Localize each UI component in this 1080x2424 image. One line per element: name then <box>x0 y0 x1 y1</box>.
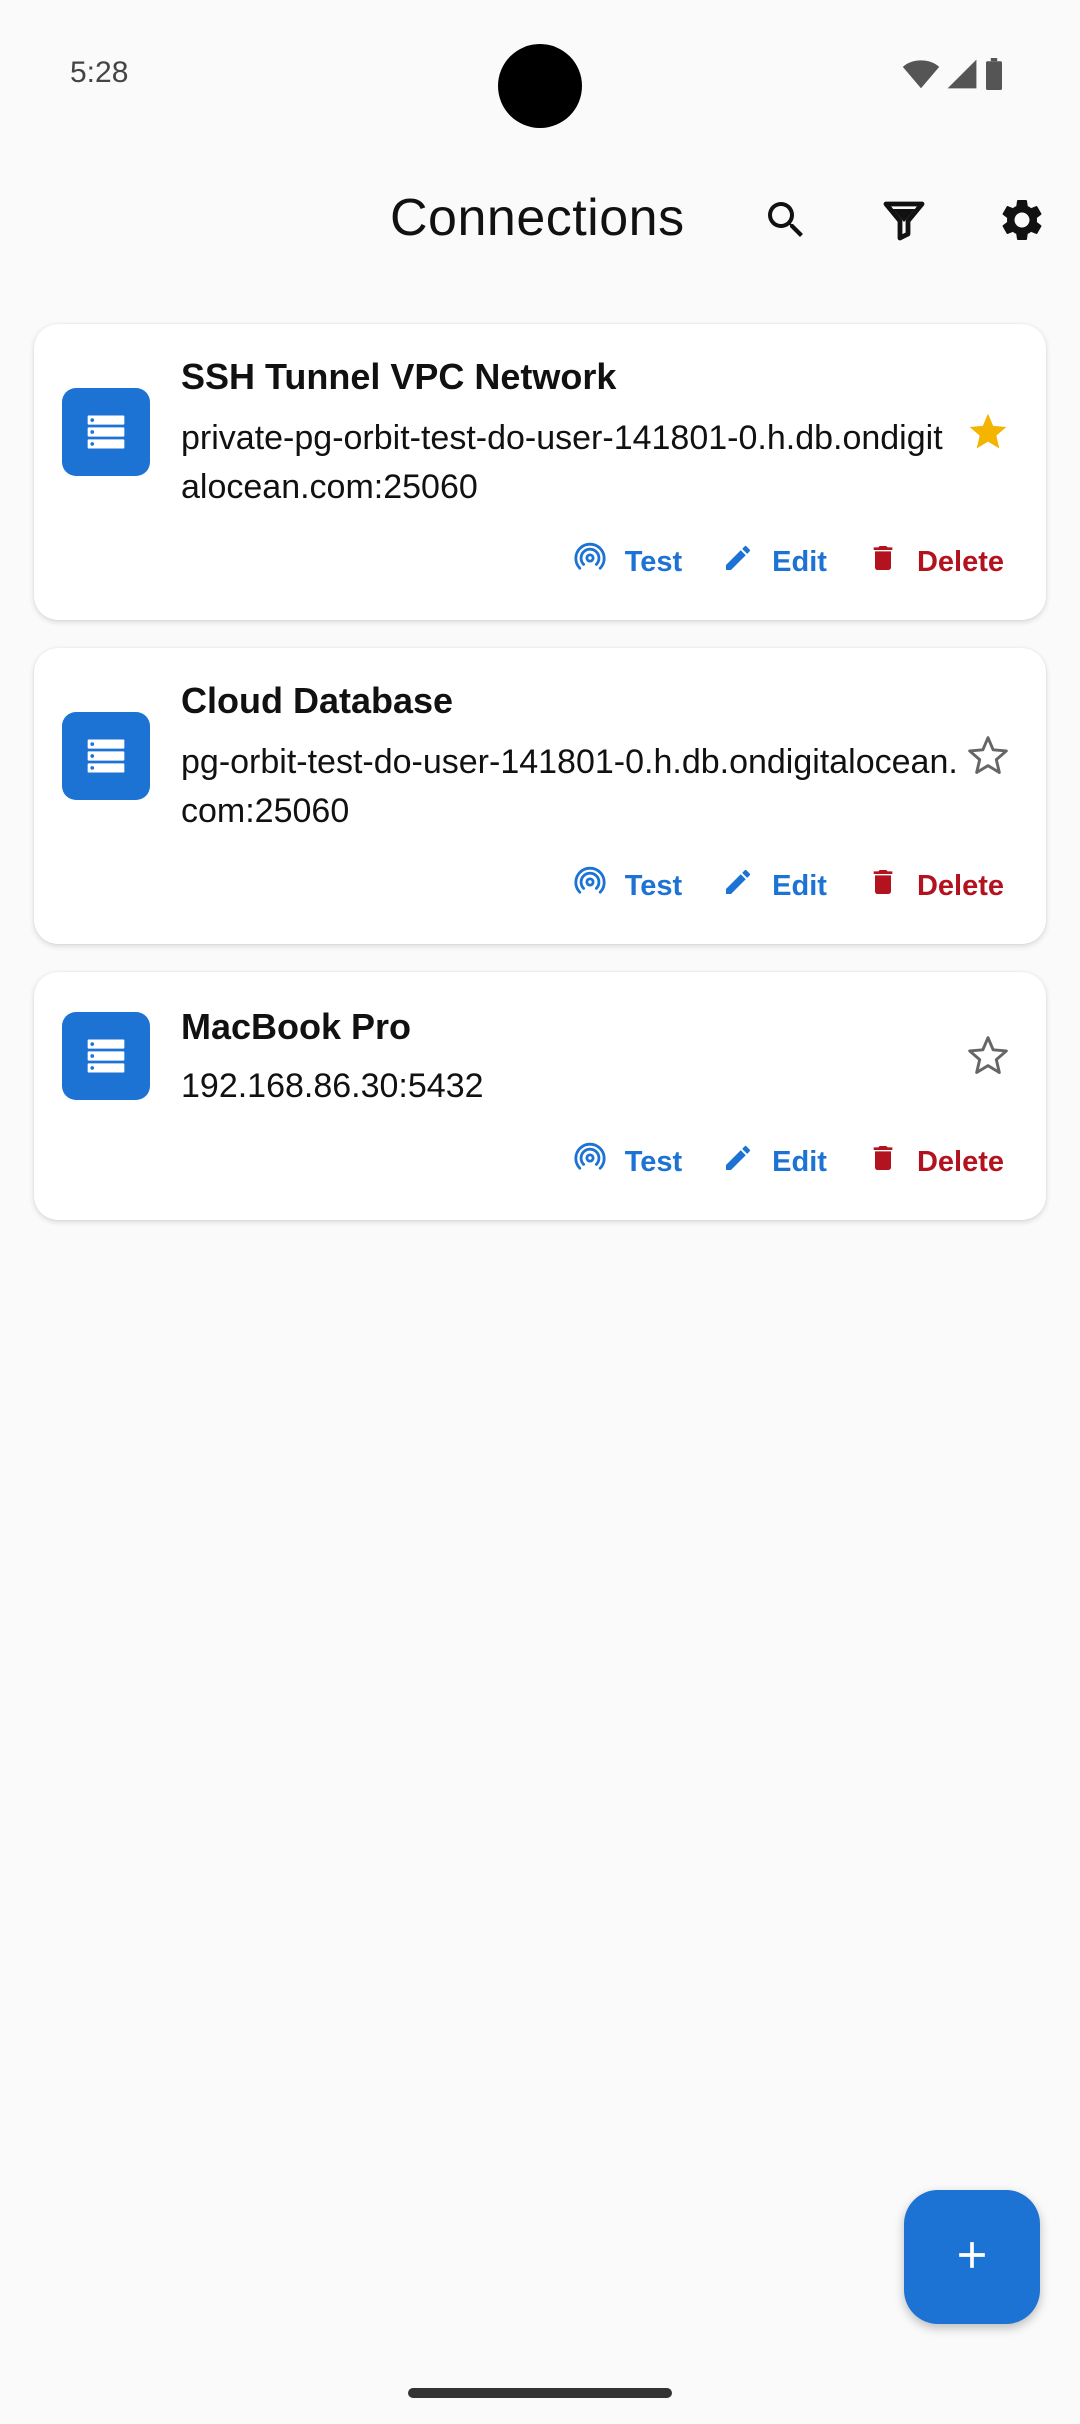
database-icon <box>62 388 150 476</box>
delete-label: Delete <box>916 545 1004 578</box>
edit-button[interactable]: Edit <box>722 856 827 916</box>
edit-label: Edit <box>772 545 827 578</box>
status-icons <box>902 58 1004 90</box>
favorite-star-outline-icon[interactable] <box>964 1032 1012 1080</box>
search-button[interactable] <box>754 190 818 254</box>
test-label: Test <box>624 545 683 578</box>
add-connection-button[interactable] <box>904 2190 1040 2324</box>
status-bar: 5:28 <box>0 0 1080 150</box>
pencil-icon <box>722 866 754 906</box>
test-label: Test <box>624 1145 683 1178</box>
card-actions: Test Edit Delete <box>573 856 1004 916</box>
delete-label: Delete <box>916 869 1004 902</box>
search-icon <box>762 196 810 249</box>
wifi-icon <box>902 58 940 90</box>
screen: 5:28 Connections SSH Tunnel VPC Network … <box>0 0 1080 2424</box>
pencil-icon <box>722 1142 754 1182</box>
plus-icon <box>950 2233 994 2282</box>
connection-host: pg-orbit-test-do-user-141801-0.h.db.ondi… <box>181 743 958 830</box>
delete-button[interactable]: Delete <box>867 856 1004 916</box>
pencil-icon <box>722 542 754 582</box>
edit-button[interactable]: Edit <box>722 532 827 592</box>
delete-button[interactable]: Delete <box>867 1132 1004 1192</box>
edit-label: Edit <box>772 1145 827 1178</box>
database-icon <box>62 1012 150 1100</box>
connection-name: SSH Tunnel VPC Network <box>181 356 617 397</box>
battery-icon <box>984 58 1004 90</box>
connection-card[interactable]: MacBook Pro 192.168.86.30:5432 Test Edit… <box>34 972 1046 1220</box>
delete-button[interactable]: Delete <box>867 532 1004 592</box>
test-connection-icon <box>573 541 607 583</box>
test-connection-icon <box>573 1141 607 1183</box>
gesture-navigation-bar[interactable] <box>408 2388 672 2398</box>
database-icon <box>62 712 150 800</box>
connection-card[interactable]: Cloud Database pg-orbit-test-do-user-141… <box>34 648 1046 944</box>
test-label: Test <box>624 869 683 902</box>
test-button[interactable]: Test <box>573 1132 682 1192</box>
trash-icon <box>867 542 899 582</box>
edit-label: Edit <box>772 869 827 902</box>
card-actions: Test Edit Delete <box>573 532 1004 592</box>
trash-icon <box>867 1142 899 1182</box>
filter-icon <box>880 196 928 249</box>
edit-button[interactable]: Edit <box>722 1132 827 1192</box>
status-time: 5:28 <box>70 56 129 89</box>
connection-name: MacBook Pro <box>181 1006 412 1047</box>
test-connection-icon <box>573 865 607 907</box>
connection-name: Cloud Database <box>181 680 454 721</box>
app-bar: Connections <box>0 170 1080 270</box>
test-button[interactable]: Test <box>573 532 682 592</box>
delete-label: Delete <box>916 1145 1004 1178</box>
settings-button[interactable] <box>990 190 1054 254</box>
gear-icon <box>997 195 1047 250</box>
favorite-star-filled-icon[interactable] <box>964 408 1012 456</box>
card-actions: Test Edit Delete <box>573 1132 1004 1192</box>
cellular-signal-icon <box>946 58 978 90</box>
favorite-star-outline-icon[interactable] <box>964 732 1012 780</box>
connection-host: 192.168.86.30:5432 <box>181 1067 484 1105</box>
test-button[interactable]: Test <box>573 856 682 916</box>
connection-host: private-pg-orbit-test-do-user-141801-0.h… <box>181 419 943 506</box>
connection-card[interactable]: SSH Tunnel VPC Network private-pg-orbit-… <box>34 324 1046 620</box>
filter-button[interactable] <box>872 190 936 254</box>
trash-icon <box>867 866 899 906</box>
camera-cutout <box>498 44 582 128</box>
page-title: Connections <box>390 189 685 247</box>
